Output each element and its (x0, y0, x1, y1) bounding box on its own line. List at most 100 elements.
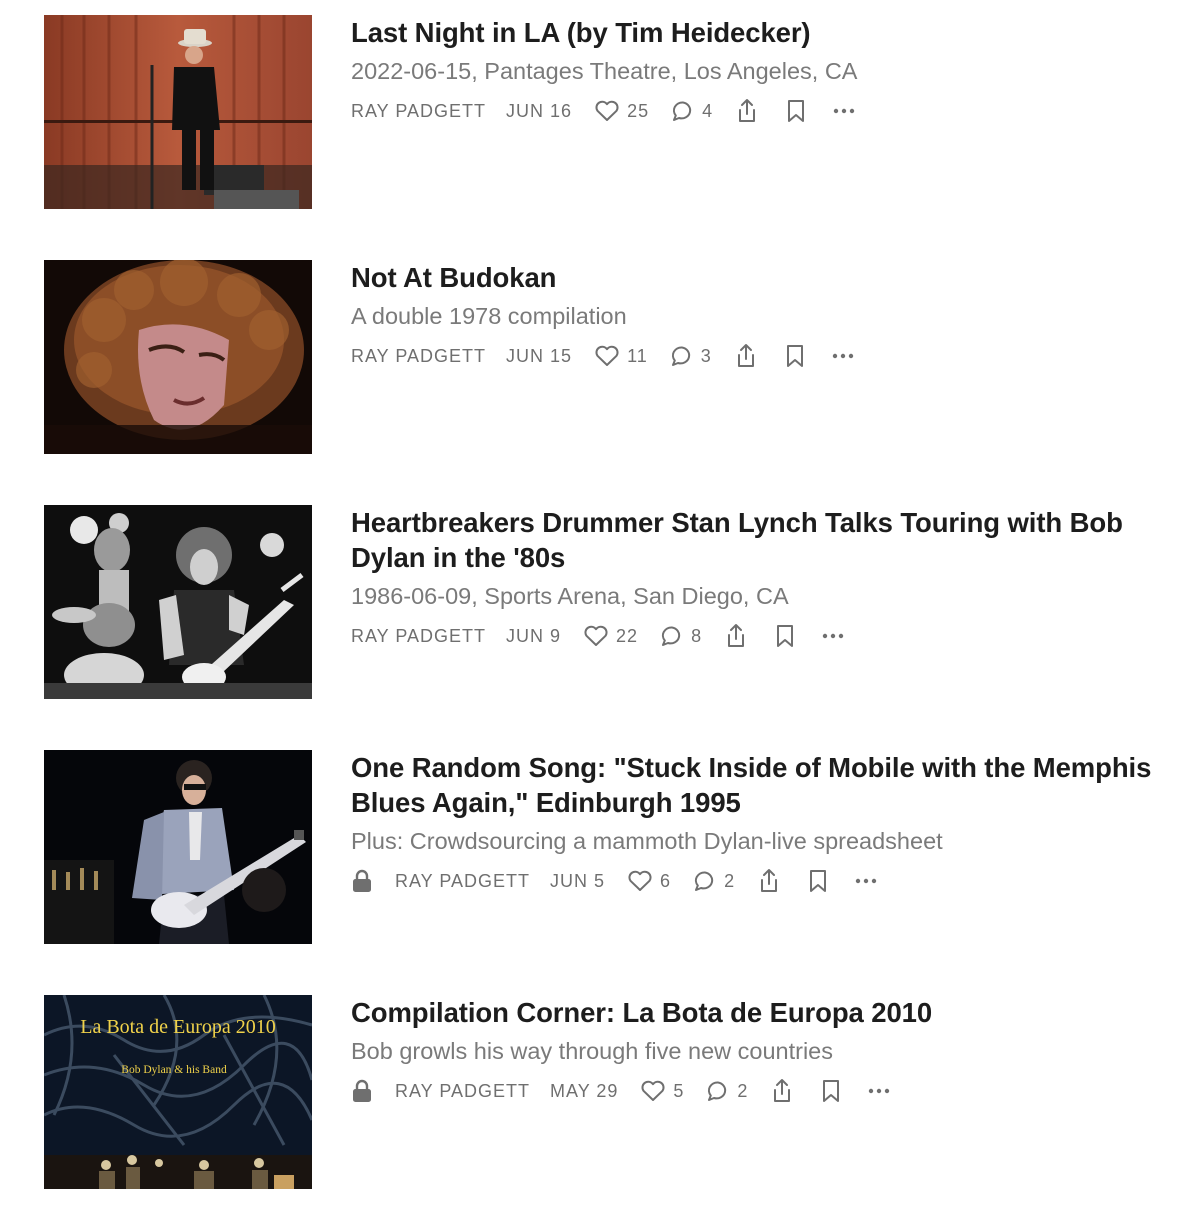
comment-button[interactable]: 8 (660, 624, 702, 648)
more-button[interactable] (868, 1087, 890, 1095)
post-author[interactable]: RAY PADGETT (351, 626, 486, 647)
share-icon (761, 869, 778, 892)
post-item[interactable]: Last Night in LA (by Tim Heidecker) 2022… (44, 15, 1192, 210)
comment-count: 2 (737, 1080, 749, 1101)
heart-icon (595, 100, 619, 121)
more-icon (869, 1088, 890, 1094)
post-item[interactable]: Heartbreakers Drummer Stan Lynch Talks T… (44, 505, 1192, 700)
post-author[interactable]: RAY PADGETT (395, 1081, 530, 1102)
post-author[interactable]: RAY PADGETT (395, 871, 530, 892)
lock-icon (353, 1079, 371, 1102)
post-subtitle: Bob growls his way through five new coun… (351, 1038, 833, 1064)
more-icon (855, 878, 877, 884)
share-button[interactable] (770, 1078, 794, 1104)
post-date: JUN 15 (506, 345, 573, 366)
post-title[interactable]: Not At Budokan (351, 260, 1192, 295)
post-author[interactable]: RAY PADGETT (351, 101, 486, 122)
more-icon (822, 633, 844, 639)
comment-icon (695, 871, 714, 891)
more-icon (833, 108, 855, 114)
bookmark-button[interactable] (774, 624, 796, 648)
bookmark-button[interactable] (820, 1079, 842, 1103)
more-button[interactable] (822, 632, 844, 640)
comment-count: 4 (702, 100, 714, 121)
more-button[interactable] (855, 877, 877, 885)
share-button[interactable] (757, 868, 781, 894)
like-button[interactable]: 11 (594, 344, 648, 368)
comment-button[interactable]: 3 (670, 344, 712, 368)
post-subtitle: 2022-06-15, Pantages Theatre, Los Angele… (351, 58, 858, 84)
post-item[interactable]: One Random Song: "Stuck Inside of Mobile… (44, 750, 1192, 945)
share-button[interactable] (724, 623, 748, 649)
album-cover: La Bota de Europa 2010 Bob Dylan & his B… (44, 995, 312, 1189)
share-button[interactable] (734, 343, 758, 369)
comment-icon (671, 346, 690, 366)
post-date: JUN 9 (506, 625, 562, 646)
post-title-line: Heartbreakers Drummer Stan Lynch Talks T… (351, 507, 1123, 538)
post-title-line: One Random Song: "Stuck Inside of Mobile… (351, 752, 1152, 783)
post-item[interactable]: Not At Budokan A double 1978 compilation… (44, 260, 1192, 455)
singer-closeup-photo (44, 260, 312, 454)
post-meta: RAY PADGETT JUN 15 11 3 (351, 341, 1192, 371)
band-photo-bw (44, 505, 312, 699)
share-button[interactable] (735, 98, 759, 124)
more-button[interactable] (832, 352, 854, 360)
comment-count: 8 (691, 625, 703, 646)
post-meta: RAY PADGETT JUN 9 22 8 (351, 621, 1192, 651)
like-count: 22 (616, 625, 639, 646)
post-title[interactable]: One Random Song: "Stuck Inside of Mobile… (351, 750, 1192, 820)
like-button[interactable]: 22 (583, 624, 638, 648)
post-thumbnail[interactable] (44, 505, 312, 699)
comment-button[interactable]: 2 (706, 1079, 748, 1103)
bookmark-icon (810, 870, 827, 892)
bookmark-button[interactable] (807, 869, 829, 893)
post-meta: RAY PADGETT JUN 5 6 2 (351, 866, 1192, 896)
cover-title: La Bota de Europa 2010 (80, 1016, 276, 1038)
bookmark-button[interactable] (785, 99, 807, 123)
comment-count: 2 (724, 870, 736, 891)
cover-subtitle: Bob Dylan & his Band (121, 1064, 227, 1076)
post-thumbnail[interactable] (44, 750, 312, 944)
post-body: Heartbreakers Drummer Stan Lynch Talks T… (351, 505, 1192, 651)
share-icon (774, 1079, 791, 1102)
post-title[interactable]: Compilation Corner: La Bota de Europa 20… (351, 995, 1192, 1030)
like-count: 11 (627, 345, 648, 366)
bookmark-icon (786, 345, 803, 367)
bookmark-icon (788, 100, 805, 122)
bookmark-icon (777, 625, 794, 647)
post-thumbnail[interactable]: La Bota de Europa 2010 Bob Dylan & his B… (44, 995, 312, 1189)
post-thumbnail[interactable] (44, 15, 312, 209)
comment-button[interactable]: 4 (671, 99, 713, 123)
like-button[interactable]: 5 (640, 1079, 684, 1103)
paid-post-indicator (351, 869, 373, 893)
post-author[interactable]: RAY PADGETT (351, 346, 486, 367)
like-count: 5 (673, 1080, 685, 1101)
comment-count: 3 (700, 345, 712, 366)
guitarist-photo (44, 750, 312, 944)
post-date: MAY 29 (550, 1080, 619, 1101)
comment-icon (673, 101, 692, 121)
heart-icon (595, 345, 619, 366)
post-item[interactable]: La Bota de Europa 2010 Bob Dylan & his B… (44, 995, 1192, 1190)
post-title-line: Dylan in the '80s (351, 542, 566, 573)
share-icon (728, 624, 745, 647)
comment-icon (662, 626, 681, 646)
post-title[interactable]: Heartbreakers Drummer Stan Lynch Talks T… (351, 505, 1192, 575)
more-button[interactable] (833, 107, 855, 115)
post-title[interactable]: Last Night in LA (by Tim Heidecker) (351, 15, 1192, 50)
like-count: 25 (627, 100, 650, 121)
lock-icon (353, 869, 371, 892)
like-button[interactable]: 6 (627, 869, 671, 893)
like-button[interactable]: 25 (594, 99, 649, 123)
comment-button[interactable]: 2 (693, 869, 735, 893)
bookmark-button[interactable] (784, 344, 806, 368)
share-icon (739, 99, 756, 122)
share-icon (737, 344, 754, 367)
comment-icon (708, 1081, 727, 1101)
like-count: 6 (660, 870, 672, 891)
heart-icon (584, 625, 608, 646)
post-date: JUN 5 (550, 870, 606, 891)
heart-icon (641, 1080, 665, 1101)
post-thumbnail[interactable] (44, 260, 312, 454)
post-meta: RAY PADGETT MAY 29 5 2 (351, 1076, 1192, 1106)
